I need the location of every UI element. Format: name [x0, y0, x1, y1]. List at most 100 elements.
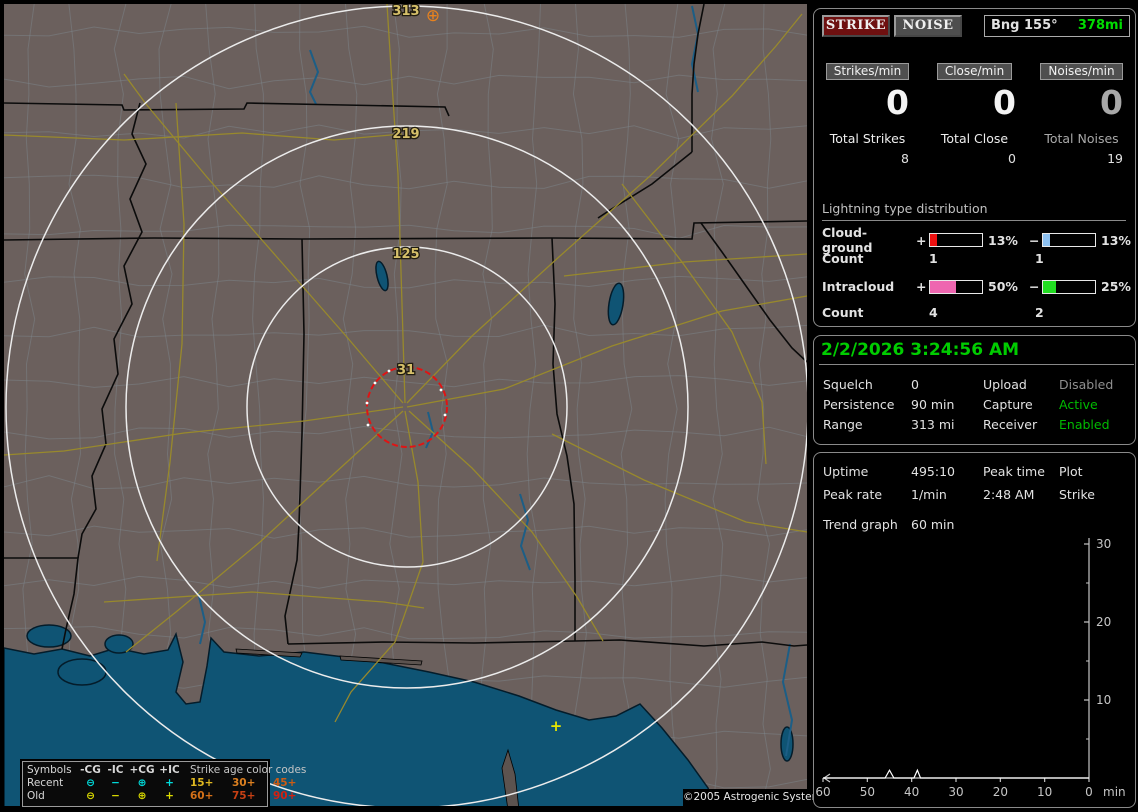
uptime-label: Uptime [823, 464, 869, 479]
rate-labels-row: Strikes/min Close/min Noises/min [814, 63, 1135, 80]
intracloud-row: Intracloud + 50% − 25% [822, 279, 1131, 294]
copyright-text: ©2005 Astrogenic Systems [683, 789, 827, 807]
svg-text:60: 60 [815, 785, 830, 799]
svg-text:40: 40 [904, 785, 919, 799]
pos-cg-old-icon: ⊕ [137, 790, 147, 802]
cg-count-row: Count 1 1 [822, 251, 1127, 266]
ring-label-31: 31 [397, 363, 415, 378]
strikes-per-min-value: 0 [886, 83, 909, 122]
totals-labels-row: Total Strikes Total Close Total Noises [814, 131, 1135, 146]
noise-mode-button[interactable]: NOISE [894, 15, 962, 37]
minus-sign: − [1029, 279, 1040, 294]
intracloud-label: Intracloud [822, 279, 895, 294]
svg-text:20: 20 [1096, 615, 1111, 629]
neg-ic-recent-icon: − [111, 777, 120, 789]
ic-negative-pct: 25% [1101, 279, 1131, 294]
svg-text:10: 10 [1037, 785, 1052, 799]
trend-graph-label: Trend graph [823, 517, 898, 532]
neg-ic-old-icon: − [111, 790, 120, 802]
bearing-readout: Bng 155° 378mi [984, 15, 1130, 37]
svg-text:0: 0 [1085, 785, 1093, 799]
uptime-value: 495:10 [911, 464, 955, 479]
ic-positive-bar [929, 279, 983, 294]
total-noises-value: 19 [1107, 151, 1123, 166]
bearing-distance: 378mi [1077, 18, 1123, 33]
trend-graph-row: Trend graph 60 min [823, 517, 1126, 532]
total-strikes-value: 8 [901, 151, 909, 166]
bearing-label: Bng 155° [991, 18, 1058, 33]
strike-mode-button[interactable]: STRIKE [822, 15, 890, 37]
uptime-row: Uptime 495:10 Peak time Plot [823, 464, 1126, 479]
strike-symbol-positive-ic[interactable]: + [550, 717, 563, 735]
range-value: 313 mi [911, 417, 955, 432]
legend-age-title: Strike age color codes [190, 764, 307, 776]
range-label: Range [823, 417, 863, 432]
trend-graph-chart: 60 50 40 30 20 10 0 min 10 20 30 [815, 537, 1126, 799]
age-code-45: 45+ [273, 777, 297, 789]
cg-positive-pct: 13% [988, 232, 1018, 248]
persistence-value: 90 min [911, 397, 955, 412]
ic-negative-count: 2 [1035, 305, 1044, 320]
pos-ic-old-icon: + [165, 790, 174, 802]
ic-negative-bar [1042, 279, 1096, 294]
ring-label-125: 125 [392, 247, 419, 262]
pos-ic-recent-icon: + [165, 777, 174, 789]
legend-old-row: Old ⊖ − ⊕ + 60+ 75+ 90+ [27, 790, 296, 803]
count-label: Count [822, 305, 864, 320]
legend-recent-row: Recent ⊖ − ⊕ + 15+ 30+ 45+ [27, 777, 296, 790]
map-legend: Symbols -CG -IC +CG +IC Strike age color… [22, 761, 306, 807]
cg-positive-count: 1 [929, 251, 938, 266]
total-strikes-label: Total Strikes [829, 131, 906, 146]
legend-symbols-label: Symbols [27, 764, 72, 776]
age-code-60: 60+ [190, 790, 214, 802]
svg-text:min: min [1103, 785, 1126, 799]
svg-text:10: 10 [1096, 693, 1111, 707]
ring-label-219: 219 [392, 127, 419, 142]
minus-sign: − [1029, 232, 1040, 248]
ic-positive-pct: 50% [988, 279, 1018, 294]
close-per-min-label: Close/min [936, 63, 1013, 80]
count-label: Count [822, 251, 864, 266]
stats-panel: STRIKE NOISE Bng 155° 378mi Strikes/min … [813, 8, 1136, 327]
totals-values-row: 8 0 19 [814, 151, 1135, 166]
legend-col-neg-ic: -IC [107, 764, 124, 776]
noises-per-min-value: 0 [1100, 83, 1123, 122]
legend-recent-label: Recent [27, 777, 64, 789]
total-close-value: 0 [1008, 151, 1016, 166]
cg-positive-bar [929, 233, 983, 247]
status-panel: 2/2/2026 3:24:56 AM Squelch 0 Upload Dis… [813, 335, 1136, 445]
strikes-per-min-label: Strikes/min [825, 63, 910, 80]
status-row: Squelch 0 Upload Disabled [823, 377, 1126, 392]
squelch-label: Squelch [823, 377, 873, 392]
noises-per-min-label: Noises/min [1040, 63, 1123, 80]
ring-label-313: 313 [392, 4, 419, 19]
rate-values-row: 0 0 0 [814, 85, 1135, 121]
age-code-90: 90+ [273, 790, 297, 802]
peak-rate-label: Peak rate [823, 487, 883, 502]
cg-negative-count: 1 [1035, 251, 1044, 266]
receiver-label: Receiver [983, 417, 1038, 432]
app-window: 313 219 125 31 ⊕ + Symbols -CG -IC +CG +… [0, 0, 1138, 812]
peak-rate-row: Peak rate 1/min 2:48 AM Strike [823, 487, 1126, 502]
strike-symbol-positive-cg[interactable]: ⊕ [426, 6, 440, 26]
distribution-title: Lightning type distribution [822, 201, 1126, 221]
legend-old-label: Old [27, 790, 45, 802]
map-canvas: 313 219 125 31 ⊕ + [4, 4, 807, 806]
pos-cg-recent-icon: ⊕ [137, 777, 147, 789]
lightning-map[interactable]: 313 219 125 31 ⊕ + Symbols -CG -IC +CG +… [4, 4, 807, 807]
plus-sign: + [916, 279, 927, 294]
ic-positive-count: 4 [929, 305, 938, 320]
plot-label: Plot [1059, 464, 1083, 479]
peak-time-value: 2:48 AM [983, 487, 1035, 502]
ic-count-row: Count 4 2 [822, 305, 1127, 320]
svg-text:50: 50 [860, 785, 875, 799]
capture-status: Active [1059, 397, 1098, 412]
status-row: Range 313 mi Receiver Enabled [823, 417, 1126, 432]
status-row: Persistence 90 min Capture Active [823, 397, 1126, 412]
cg-negative-pct: 13% [1101, 232, 1131, 248]
squelch-value: 0 [911, 377, 919, 392]
trend-panel: Uptime 495:10 Peak time Plot Peak rate 1… [813, 452, 1136, 808]
peak-time-label: Peak time [983, 464, 1045, 479]
legend-col-pos-ic: +IC [159, 764, 180, 776]
neg-cg-old-icon: ⊖ [86, 790, 95, 802]
